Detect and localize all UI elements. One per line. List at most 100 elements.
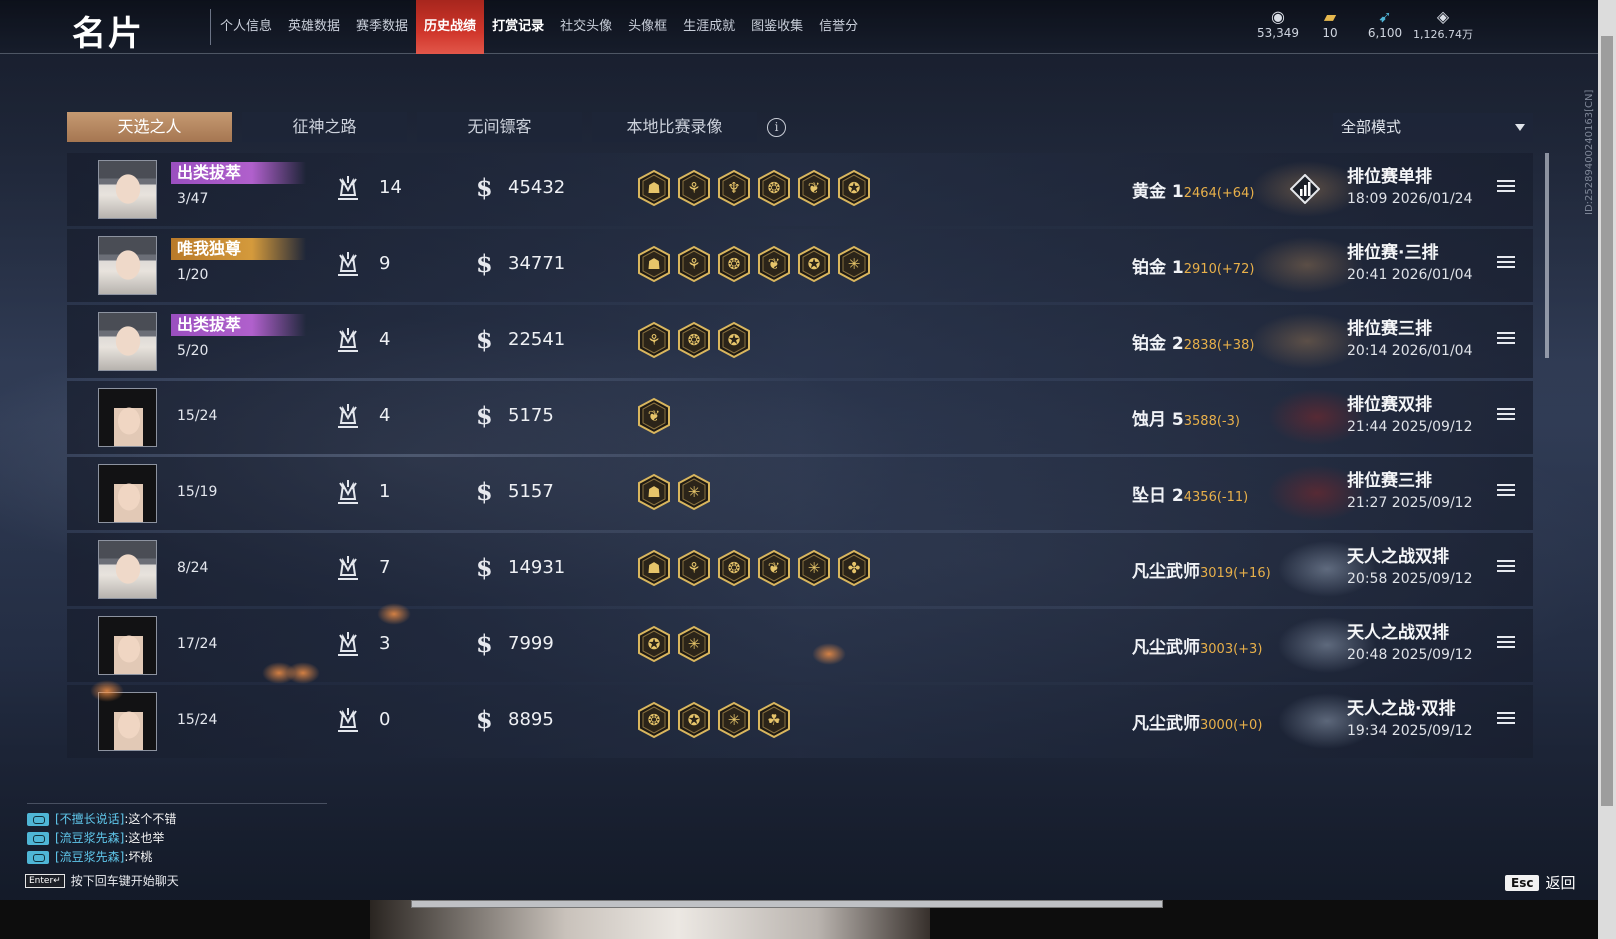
match-row[interactable]: 出类拔萃 5/20 4 $22541 ⚘ ❂ ✪ 铂金 22838(+38) 排位赛三排 20:1… [67,305,1533,378]
medal-icon[interactable]: ❂ [677,321,711,359]
medal-icon[interactable]: ❂ [717,549,751,587]
medal-icon[interactable]: ❂ [757,169,791,207]
match-row[interactable]: 8/24 7 $14931 ☗ ⚘ ❂ ❦ ✳ ✤ 凡尘武师3019(+16) 天人之战双排 20:5… [67,533,1533,606]
background-light [90,680,124,702]
medal-icon[interactable]: ⚘ [677,549,711,587]
medal-glyph-icon: ❂ [727,255,741,273]
menu-list-icon[interactable] [1497,408,1515,424]
medal-icon[interactable]: ❂ [717,245,751,283]
nav-tab[interactable]: 信誉分 [811,0,866,54]
match-row[interactable]: 出类拔萃 3/47 14 $45432 ☗ ⚘ ♆ ❂ ❦ ✪ 黄金 12464(+64) 排位赛单排… [67,153,1533,226]
medal-glyph-icon: ☗ [647,179,661,197]
mode-filter-dropdown[interactable]: 全部模式 [1333,113,1533,142]
chat-sender[interactable]: [不擅长说话] [55,810,124,829]
medal-icon[interactable]: ☗ [637,245,671,283]
ticket-icon: ▰ [1323,7,1337,26]
tab-local-replays[interactable]: 本地比赛录像 [592,112,757,142]
medal-icon[interactable]: ✪ [717,321,751,359]
rank-points: 4356(-11) [1183,490,1249,505]
medal-icon[interactable]: ✪ [677,701,711,739]
medal-icon[interactable]: ♆ [717,169,751,207]
menu-list-icon[interactable] [1497,484,1515,500]
rank-tier: 凡尘武师 [1132,562,1200,582]
medal-icon[interactable]: ⚘ [637,321,671,359]
nav-tab[interactable]: 打赏记录 [484,0,552,54]
match-mode: 排位赛三排 [1347,319,1432,339]
crown-count: 7 [379,557,391,578]
crown-count: 9 [379,253,391,274]
mode-filter-value: 全部模式 [1341,118,1402,136]
crown-icon [335,553,361,583]
hero-portrait [99,389,156,446]
medal-icon[interactable]: ✳ [677,625,711,663]
nav-tab[interactable]: 头像框 [620,0,675,54]
back-button[interactable]: Esc 返回 [1505,872,1575,893]
crown-icon [335,325,361,355]
rank-info: 蚀月 53588(-3) [1132,405,1240,430]
nav-tab[interactable]: 个人信息 [212,0,280,54]
top-bar: 名片 个人信息 英雄数据 赛季数据 历史战绩 打赏记录 社交头像 头像框 生涯成就 图鉴收集 信誉… [0,0,1598,54]
medal-icon[interactable]: ✪ [797,245,831,283]
menu-list-icon[interactable] [1497,256,1515,272]
medal-icon[interactable]: ✳ [677,473,711,511]
menu-list-icon[interactable] [1497,180,1515,196]
rank-tier: 蚀月 5 [1132,410,1184,430]
medal-icon[interactable]: ☗ [637,549,671,587]
medal-icon[interactable]: ✪ [837,169,871,207]
medal-icon[interactable]: ⚘ [677,169,711,207]
menu-list-icon[interactable] [1497,636,1515,652]
medal-list: ⚘ ❂ ✪ [637,321,757,359]
currency-diamonds-value: 1,126.74万 [1413,28,1473,41]
medal-icon[interactable]: ❦ [757,549,791,587]
nav-tab[interactable]: 英雄数据 [280,0,348,54]
background-taskbar [411,900,1163,908]
medal-icon[interactable]: ☘ [757,701,791,739]
match-row[interactable]: 15/24 4 $5175 ❦ 蚀月 53588(-3) 排位赛双排 21:44 2025/… [67,381,1533,454]
window-scrollbar[interactable] [1598,0,1616,939]
rank-info: 坠日 24356(-11) [1132,481,1248,506]
medal-icon[interactable]: ❦ [637,397,671,435]
medal-icon[interactable]: ☗ [637,473,671,511]
match-mode: 天人之战双排 [1347,623,1449,643]
window-scrollbar-thumb[interactable] [1601,36,1613,806]
tab-road-to-god[interactable]: 征神之路 [242,112,407,142]
chat-sender[interactable]: [流豆浆先森] [55,848,124,867]
hero-avatar [98,312,157,371]
info-icon[interactable]: i [767,118,786,137]
medal-icon[interactable]: ✪ [637,625,671,663]
menu-list-icon[interactable] [1497,712,1515,728]
currency-diamonds: ◈ 1,126.74万 [1413,8,1473,42]
match-row[interactable]: 唯我独尊 1/20 9 $34771 ☗ ⚘ ❂ ❦ ✪ ✳ 铂金 12910(+72) 排位赛·三排… [67,229,1533,302]
chat-sender[interactable]: [流豆浆先森] [55,829,124,848]
medal-glyph-icon: ❂ [727,559,741,577]
medal-glyph-icon: ⚘ [687,179,701,197]
medal-icon[interactable]: ✳ [837,245,871,283]
hero-avatar [98,236,157,295]
medal-icon[interactable]: ✤ [837,549,871,587]
list-scrollbar[interactable] [1545,153,1549,358]
medal-glyph-icon: ☗ [647,483,661,501]
nav-tab[interactable]: 图鉴收集 [743,0,811,54]
medal-icon[interactable]: ❦ [797,169,831,207]
hero-portrait [99,541,156,598]
nav-tab[interactable]: 生涯成就 [675,0,743,54]
medal-icon[interactable]: ⚘ [677,245,711,283]
menu-list-icon[interactable] [1497,332,1515,348]
nav-tab[interactable]: 历史战绩 [416,0,485,54]
tab-chosen-one[interactable]: 天选之人 [67,112,232,142]
match-row[interactable]: 15/24 0 $8895 ❂ ✪ ✳ ☘ 凡尘武师3000(+0) 天人之战·双排 19:34 … [67,685,1533,758]
medal-icon[interactable]: ✳ [717,701,751,739]
currency-feathers: ➹ 6,100 [1360,8,1410,41]
stats-chart-icon[interactable] [1289,173,1321,205]
medal-icon[interactable]: ✳ [797,549,831,587]
tab-escort[interactable]: 无间镖客 [417,112,582,142]
medal-icon[interactable]: ❂ [637,701,671,739]
rank-points: 2838(+38) [1183,338,1255,353]
medal-icon[interactable]: ☗ [637,169,671,207]
nav-tab[interactable]: 社交头像 [552,0,620,54]
menu-list-icon[interactable] [1497,560,1515,576]
nav-tab[interactable]: 赛季数据 [348,0,416,54]
match-mode: 排位赛单排 [1347,167,1432,187]
medal-icon[interactable]: ❦ [757,245,791,283]
match-row[interactable]: 15/19 1 $5157 ☗ ✳ 坠日 24356(-11) 排位赛三排 21:27 202… [67,457,1533,530]
